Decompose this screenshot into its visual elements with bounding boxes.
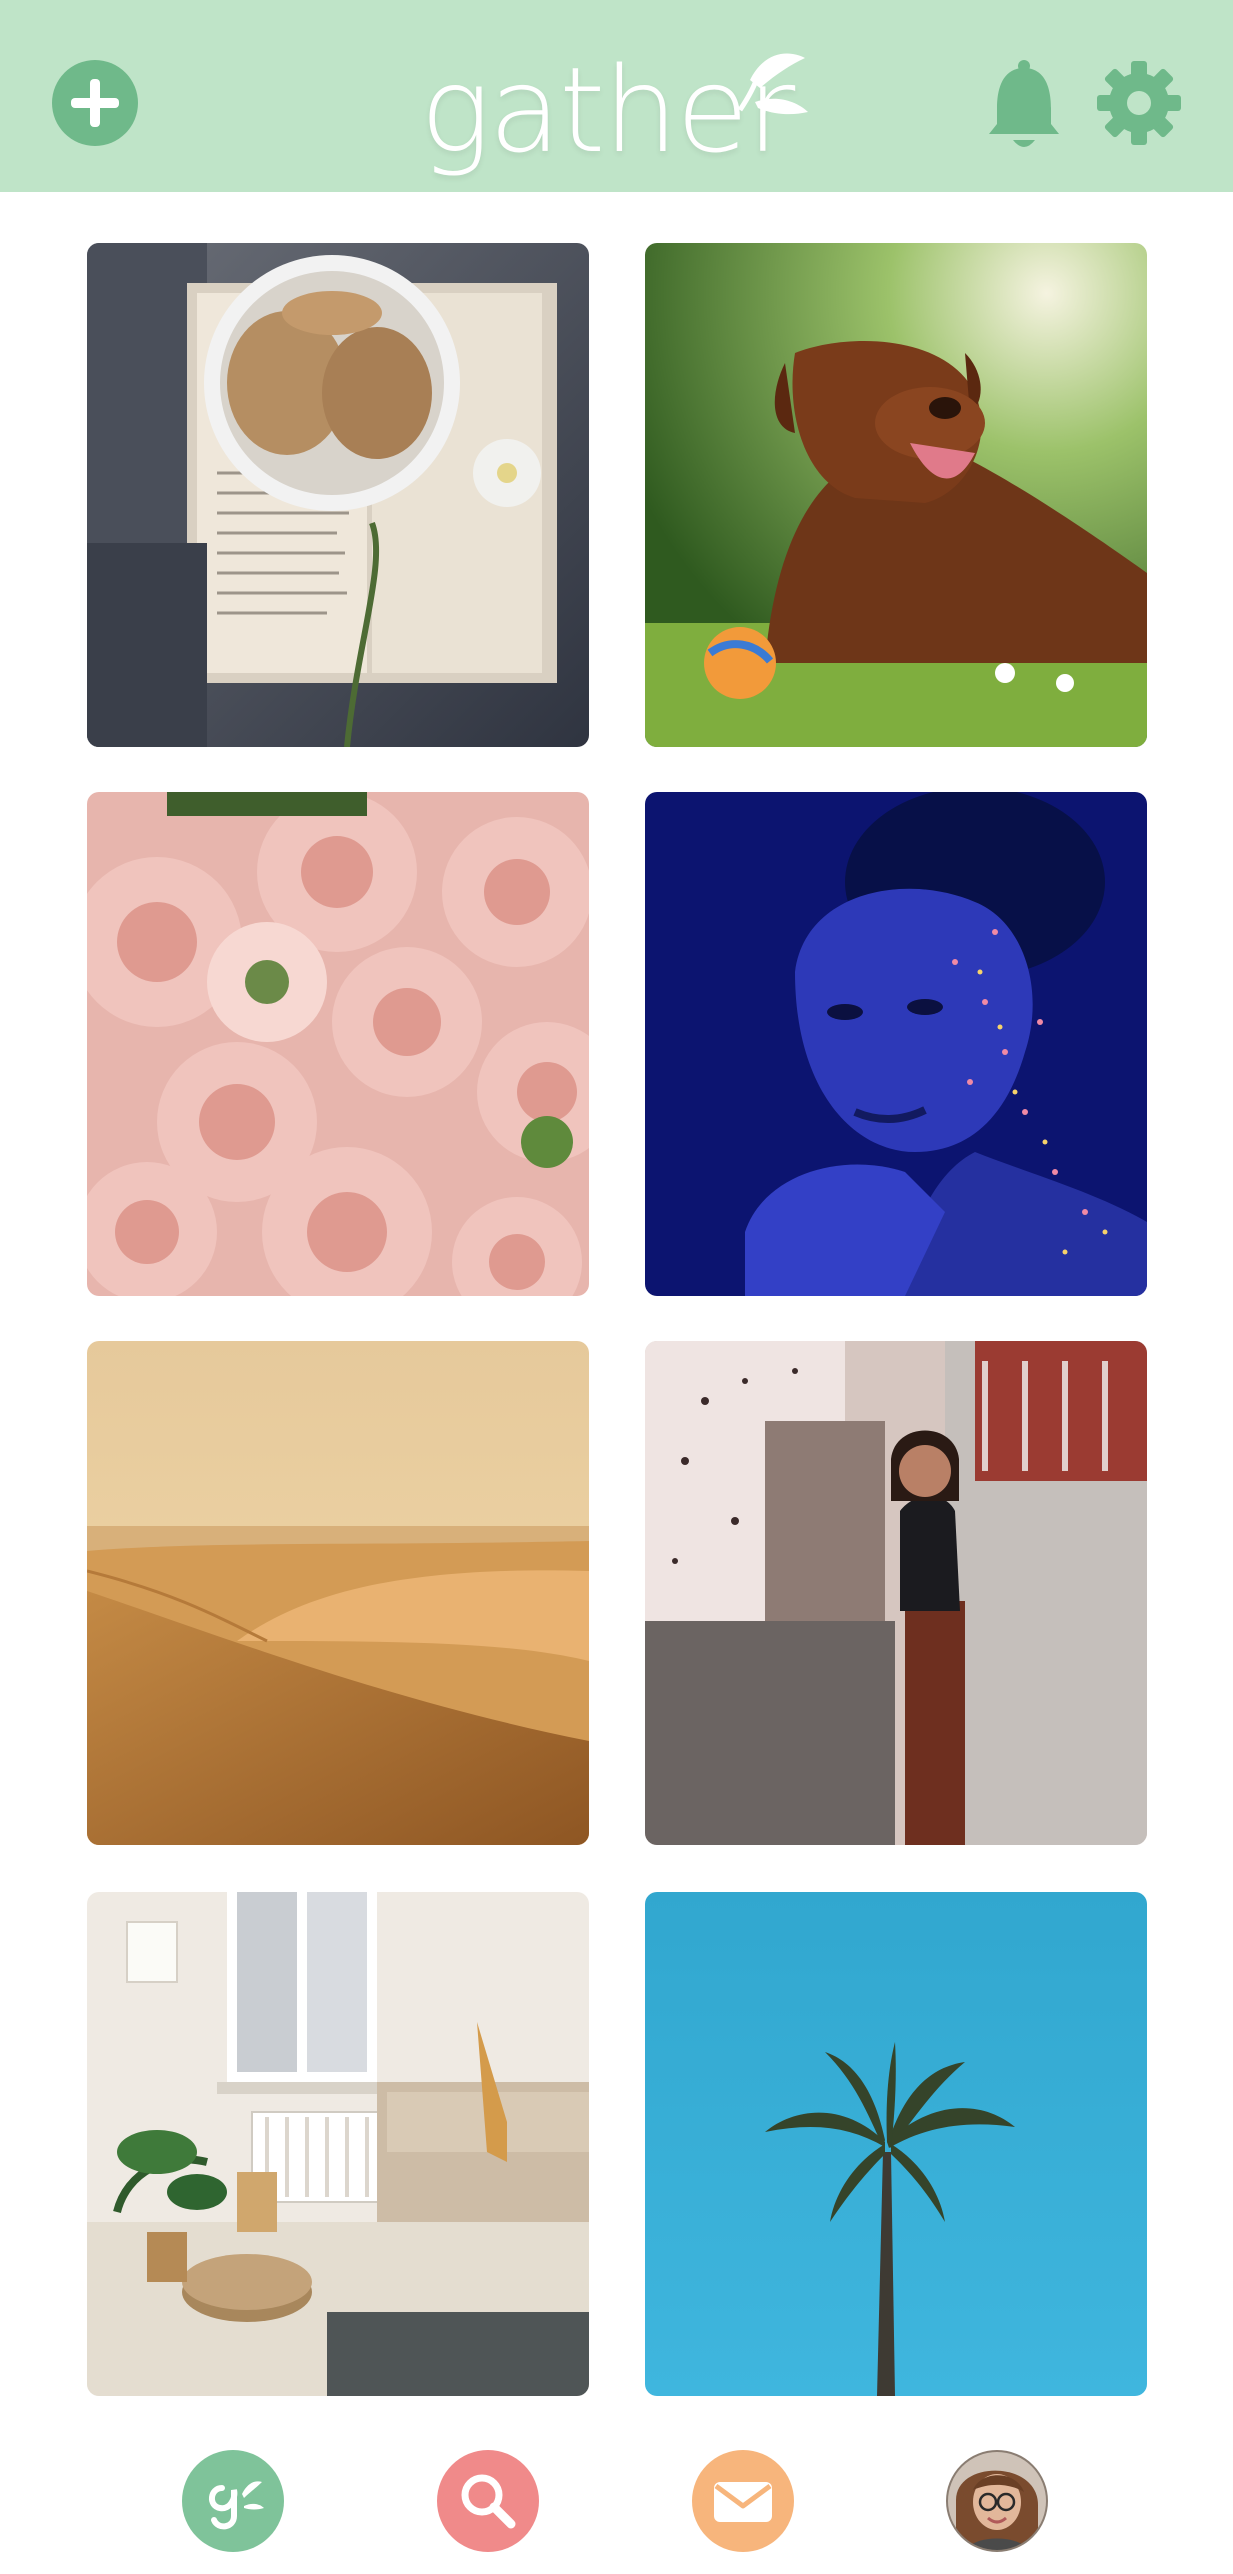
mail-icon [692,2450,794,2552]
blue-portrait-image [645,792,1147,1296]
desert-image [87,1341,589,1845]
palm-tree-image [645,1892,1147,2396]
photo-feed [0,0,1233,2574]
search-icon [437,2450,539,2552]
woman-wall-image [645,1341,1147,1845]
photo-tile-dog[interactable] [645,243,1147,747]
photo-tile-palm[interactable] [645,1892,1147,2396]
bottom-navigation [0,2428,1233,2574]
avatar [946,2450,1048,2552]
cookies-book-image [87,243,589,747]
nav-profile-button[interactable] [946,2450,1048,2552]
photo-tile-cookies[interactable] [87,243,589,747]
nav-search-button[interactable] [437,2450,539,2552]
photo-tile-portrait[interactable] [645,792,1147,1296]
nav-home-button[interactable] [182,2450,284,2552]
photo-tile-desert[interactable] [87,1341,589,1845]
roses-image [87,792,589,1296]
photo-tile-roses[interactable] [87,792,589,1296]
nav-messages-button[interactable] [692,2450,794,2552]
cozy-room-image [87,1892,589,2396]
photo-tile-room[interactable] [87,1892,589,2396]
dog-image [645,243,1147,747]
photo-tile-woman[interactable] [645,1341,1147,1845]
gather-logo-icon [182,2450,284,2552]
